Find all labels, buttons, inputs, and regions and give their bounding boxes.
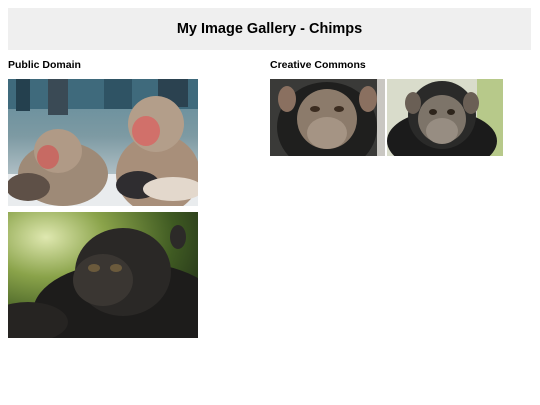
gallery-image-chimp-light[interactable] [387, 79, 503, 156]
gallery-image-gorilla[interactable] [8, 212, 198, 338]
page-title: My Image Gallery - Chimps [176, 21, 363, 37]
gallery-image-chimp-portrait[interactable] [270, 79, 385, 156]
section-title-public-domain: Public Domain [8, 59, 81, 71]
page-header: My Image Gallery - Chimps [8, 8, 531, 50]
section-title-creative-commons: Creative Commons [270, 59, 366, 71]
gallery-image-macaques[interactable] [8, 79, 198, 206]
